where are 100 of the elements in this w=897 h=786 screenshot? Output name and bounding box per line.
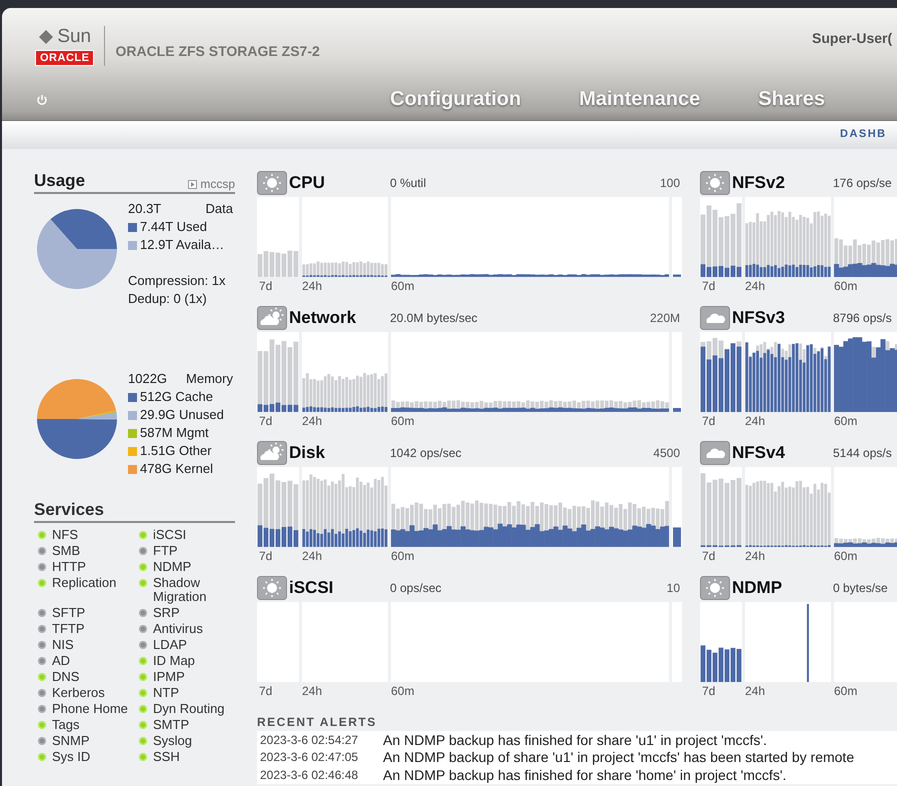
legend-label: 512G Cache [140, 388, 213, 406]
time-range-label: 7d [258, 684, 274, 698]
service-link[interactable]: LDAP [153, 638, 187, 652]
time-range-label: 60m [834, 549, 858, 563]
service-link[interactable]: SNMP [52, 734, 90, 748]
service-link[interactable]: Tags [52, 718, 80, 732]
time-range-label: 60m [834, 414, 858, 428]
pool-name[interactable]: mccsp [200, 177, 235, 191]
service-link[interactable]: AD [52, 654, 70, 668]
service-link[interactable]: NTP [153, 686, 179, 700]
time-range-label: 24h [745, 414, 766, 428]
user-name[interactable]: Super-User( [812, 30, 892, 46]
time-range-label: 24h [745, 684, 766, 698]
alert-time: 2023-3-6 02:47:05 [260, 750, 360, 764]
time-range-label: 7d [701, 684, 716, 698]
legend-label: 587M Mgmt [140, 424, 209, 442]
alert-message[interactable]: An NDMP backup of share 'u1' in project 'mccfs' has been started by remote [383, 749, 854, 766]
chart-title[interactable]: NDMP [732, 578, 833, 598]
time-range-label: 24h [302, 684, 324, 698]
service-link[interactable]: ID Map [153, 654, 195, 668]
time-range-label: 24h [745, 549, 766, 563]
service-link[interactable]: NIS [52, 638, 74, 652]
service-link[interactable]: Antivirus [153, 622, 203, 636]
section-title: Usage [34, 171, 86, 191]
time-range-label: 24h [302, 414, 324, 428]
service-link[interactable]: IPMP [153, 670, 185, 684]
service-link[interactable]: Replication [52, 576, 116, 590]
chart-reading: 5144 ops/s [833, 446, 893, 460]
legend-label: 1.51G Other [140, 442, 212, 460]
time-range-label: 7d [258, 549, 274, 563]
total-value: 20.3T [128, 200, 162, 218]
time-range-label: 60m [391, 549, 414, 563]
alert-message[interactable]: An NDMP backup has finished for share 'home' in project 'mccfs'. [383, 766, 786, 783]
chart-reading: 0 %util [390, 176, 428, 190]
time-range-label: 24h [302, 279, 324, 293]
time-range-label: 60m [391, 684, 414, 698]
service-link[interactable]: DNS [52, 670, 80, 684]
legend-title: Memory [186, 370, 233, 388]
dashboard-link[interactable]: DASHB [840, 128, 887, 140]
legend-label: 478G Kernel [140, 460, 213, 478]
service-link[interactable]: SMB [52, 544, 80, 558]
chart-reading: 20.0M bytes/sec [390, 311, 478, 325]
time-range-label: 24h [302, 549, 324, 563]
chart-reading: 176 ops/se [833, 176, 893, 190]
chart-title[interactable]: Network [289, 308, 390, 328]
service-link[interactable]: Dyn Routing [153, 702, 225, 716]
logo-text: Sun [57, 26, 92, 48]
chart-max: 100 [660, 176, 680, 190]
legend-label: 7.44T Used [140, 218, 207, 236]
chart-title[interactable]: CPU [289, 173, 390, 193]
product-title: ORACLE ZFS STORAGE ZS7-2 [115, 43, 320, 59]
alert-message[interactable]: An NDMP backup has finished for share 'u1' in project 'mccfs'. [383, 732, 767, 748]
time-range-label: 7d [258, 414, 274, 428]
time-range-label: 60m [834, 684, 858, 698]
time-range-label: 7d [701, 549, 716, 563]
dedup-ratio: Dedup: 0 (1x) [128, 290, 208, 308]
alert-time: 2023-3-6 02:46:48 [260, 768, 360, 782]
service-link[interactable]: Shadow Migration [153, 576, 235, 604]
time-range-label: 60m [391, 414, 414, 428]
time-range-label: 60m [391, 279, 414, 293]
compression-ratio: Compression: 1x [128, 272, 227, 290]
service-link[interactable]: Kerberos [52, 686, 105, 700]
service-link[interactable]: SRP [153, 606, 180, 620]
service-link[interactable]: NDMP [153, 560, 192, 574]
section-title: RECENT ALERTS [257, 715, 378, 729]
oracle-logo: ORACLE [35, 50, 94, 66]
service-link[interactable]: Phone Home [52, 702, 128, 716]
chart-reading: 0 ops/sec [390, 581, 442, 595]
legend-label: 12.9T Availa… [140, 236, 224, 254]
service-link[interactable]: HTTP [52, 560, 86, 574]
chart-title[interactable]: NFSv4 [732, 443, 833, 463]
time-range-label: 7d [701, 279, 716, 293]
service-link[interactable]: Syslog [153, 734, 192, 748]
time-range-label: 7d [258, 279, 274, 293]
chart-title[interactable]: NFSv3 [732, 308, 833, 328]
time-range-label: 7d [701, 414, 716, 428]
service-link[interactable]: TFTP [52, 622, 84, 636]
service-link[interactable]: SFTP [52, 606, 86, 620]
chart-reading: 8796 ops/s [833, 311, 893, 325]
chart-max: 4500 [653, 446, 680, 460]
chart-title[interactable]: iSCSI [289, 578, 390, 598]
chart-title[interactable]: NFSv2 [732, 173, 833, 193]
total-value: 1022G [128, 370, 168, 388]
section-title: Services [34, 500, 235, 523]
service-link[interactable]: FTP [153, 544, 178, 558]
chart-title[interactable]: Disk [289, 443, 390, 463]
service-link[interactable]: iSCSI [153, 528, 186, 542]
legend-label: 29.9G Unused [140, 406, 224, 424]
time-range-label: 60m [834, 279, 858, 293]
service-link[interactable]: SSH [153, 750, 180, 764]
service-link[interactable]: Sys ID [52, 750, 90, 764]
legend-title: Data [206, 200, 233, 218]
chart-reading: 1042 ops/sec [390, 446, 462, 460]
service-link[interactable]: SMTP [153, 718, 190, 732]
chart-reading: 0 bytes/se [833, 581, 889, 595]
time-range-label: 24h [745, 279, 766, 293]
chart-max: 220M [650, 311, 680, 325]
alert-time: 2023-3-6 02:54:27 [260, 732, 360, 747]
service-link[interactable]: NFS [52, 528, 78, 542]
chart-max: 10 [666, 581, 680, 595]
